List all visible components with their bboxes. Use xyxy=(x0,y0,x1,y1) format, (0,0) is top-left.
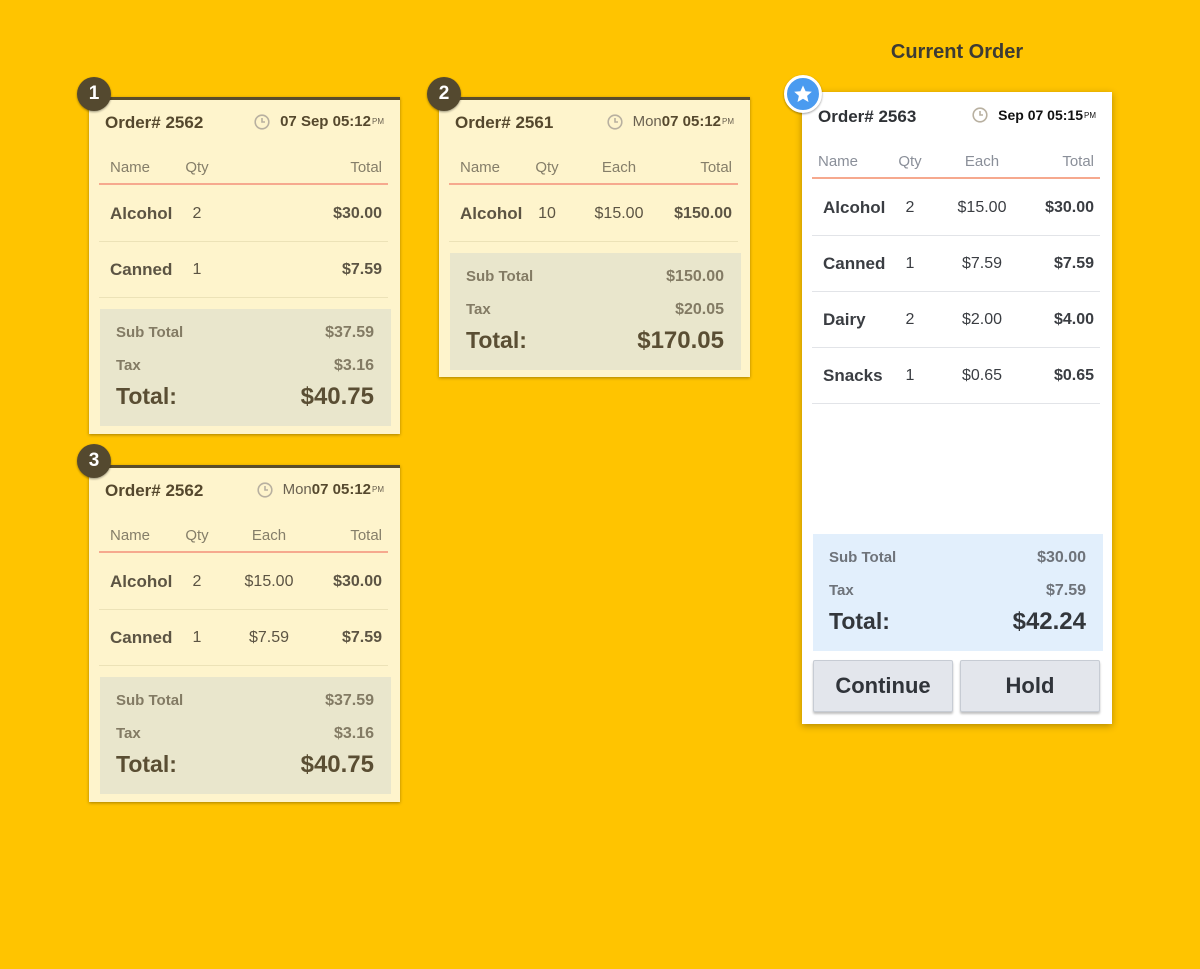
column-header: Name Qty Each Total xyxy=(449,153,738,185)
order-ticket-2[interactable]: Order# 2561 Mon 07 05:12 PM Name Qty Each… xyxy=(439,97,750,377)
order-badge-2: 2 xyxy=(427,77,461,111)
table-row[interactable]: Canned 1 $7.59 $7.59 xyxy=(99,610,388,666)
continue-button[interactable]: Continue xyxy=(813,660,953,712)
order-badge-1: 1 xyxy=(77,77,111,111)
column-header: Name Qty Total xyxy=(99,153,388,185)
clock-icon xyxy=(254,114,270,130)
clock-icon xyxy=(972,107,988,123)
table-row[interactable]: Dairy 2 $2.00 $4.00 xyxy=(812,292,1100,348)
table-row[interactable]: Alcohol 2 $15.00 $30.00 xyxy=(99,554,388,610)
order-number: Order# 2563 xyxy=(818,107,917,126)
order-summary: Sub Total $30.00 Tax $7.59 Total: $42.24 xyxy=(813,534,1103,651)
order-summary: Sub Total $37.59 Tax $3.16 Total: $40.75 xyxy=(100,677,391,794)
table-row[interactable]: Alcohol 10 $15.00 $150.00 xyxy=(449,186,738,242)
clock-icon xyxy=(257,482,273,498)
clock-icon xyxy=(607,114,623,130)
order-timestamp: Sep 07 05:15 PM xyxy=(972,107,1096,123)
order-timestamp: Mon 07 05:12 PM xyxy=(257,481,384,498)
table-row[interactable]: Snacks 1 $0.65 $0.65 xyxy=(812,348,1100,404)
current-order-panel[interactable]: Order# 2563 Sep 07 05:15 PM Name Qty Each… xyxy=(802,92,1112,724)
order-timestamp: Mon 07 05:12 PM xyxy=(607,113,734,130)
table-row[interactable]: Canned 1 $7.59 $7.59 xyxy=(812,236,1100,292)
column-header: Name Qty Each Total xyxy=(812,147,1100,179)
star-icon xyxy=(794,85,812,102)
order-ticket-3[interactable]: Order# 2562 Mon 07 05:12 PM Name Qty Each… xyxy=(89,465,400,802)
order-summary: Sub Total $37.59 Tax $3.16 Total: $40.75 xyxy=(100,309,391,426)
current-order-title: Current Order xyxy=(890,41,1024,63)
order-summary: Sub Total $150.00 Tax $20.05 Total: $170.05 xyxy=(450,253,741,370)
table-row[interactable]: Alcohol 2 $30.00 xyxy=(99,186,388,242)
table-row[interactable]: Alcohol 2 $15.00 $30.00 xyxy=(812,180,1100,236)
order-timestamp: 07 Sep 05:12 PM xyxy=(254,113,384,130)
order-badge-3: 3 xyxy=(77,444,111,478)
order-number: Order# 2561 xyxy=(455,113,554,132)
hold-button[interactable]: Hold xyxy=(960,660,1100,712)
current-order-badge xyxy=(784,75,822,113)
order-number: Order# 2562 xyxy=(105,481,204,500)
order-ticket-1[interactable]: Order# 2562 07 Sep 05:12 PM Name Qty Tota… xyxy=(89,97,400,434)
order-number: Order# 2562 xyxy=(105,113,204,132)
table-row[interactable]: Canned 1 $7.59 xyxy=(99,242,388,298)
column-header: Name Qty Each Total xyxy=(99,521,388,553)
